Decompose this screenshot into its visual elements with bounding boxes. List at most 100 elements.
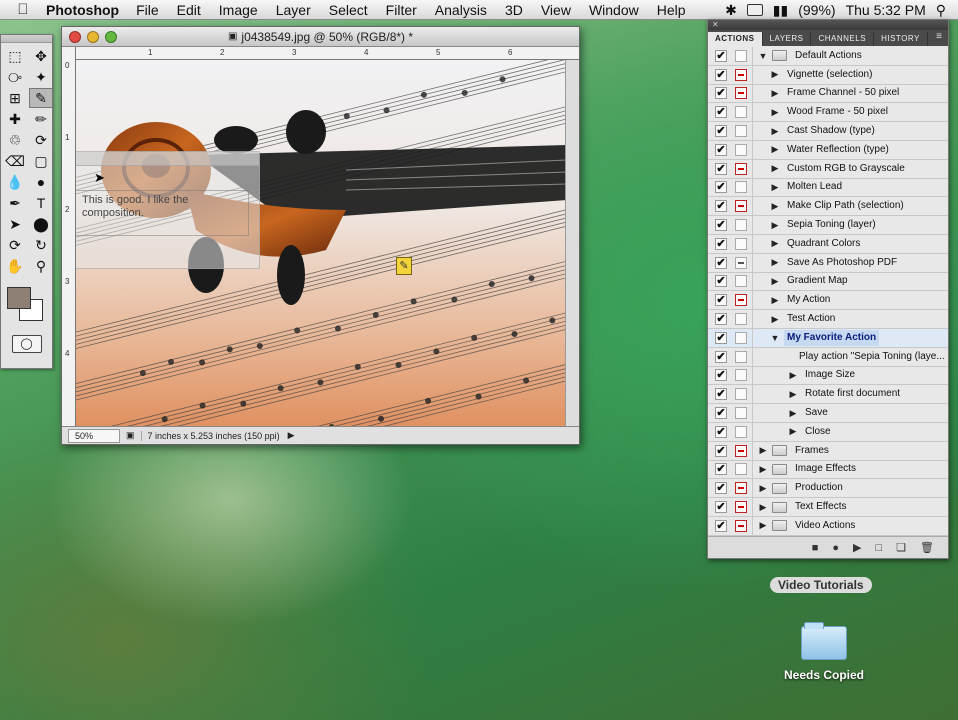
toggle-item-checkbox[interactable]: ✔ [715,143,727,156]
action-row[interactable]: ✔ ▶ Image Size [708,366,948,386]
document-titlebar[interactable]: ▣ j0438549.jpg @ 50% (RGB/8*) * [62,27,579,47]
toggle-dialog-icon[interactable] [735,275,747,288]
clone-stamp-icon[interactable]: ♲ [3,130,27,150]
menu-3d[interactable]: 3D [496,2,532,18]
path-selection-icon[interactable]: ➤ [3,214,27,234]
action-row[interactable]: ✔ ▶ Gradient Map [708,272,948,292]
action-row[interactable]: ✔ ▶ Water Reflection (type) [708,140,948,160]
toggle-item-checkbox[interactable]: ✔ [715,313,727,326]
zoom-window-button[interactable] [105,31,117,43]
document-size-info[interactable]: 7 inches x 5.253 inches (150 ppi) [140,430,280,441]
menu-edit[interactable]: Edit [168,2,210,18]
toggle-item-checkbox[interactable]: ✔ [715,162,727,175]
menu-select[interactable]: Select [320,2,377,18]
zoom-level-field[interactable]: 50% [68,428,120,443]
vertical-scrollbar[interactable] [565,60,579,428]
action-row[interactable]: ✔ ▶ My Action [708,291,948,311]
expand-triangle-icon[interactable]: ▶ [758,464,768,475]
toggle-dialog-icon[interactable] [735,49,747,62]
action-row[interactable]: ✔ ▶ Vignette (selection) [708,65,948,85]
toggle-item-checkbox[interactable]: ✔ [715,125,727,138]
action-set-row[interactable]: ✔ ▶ Frames [708,441,948,461]
toggle-dialog-icon[interactable] [735,256,747,269]
brush-tool-icon[interactable]: ✏ [29,109,53,129]
expand-triangle-icon[interactable]: ▶ [770,69,780,80]
expand-triangle-icon[interactable]: ▶ [770,276,780,287]
lasso-tool-icon[interactable]: ⧂ [3,67,27,87]
spotlight-icon[interactable]: ⚲ [936,2,946,19]
toggle-item-checkbox[interactable]: ✔ [715,519,727,532]
action-row[interactable]: ✔ ▶ Molten Lead [708,178,948,198]
flag-icon[interactable] [746,4,763,16]
toggle-dialog-icon[interactable] [735,501,747,514]
menu-window[interactable]: Window [580,2,648,18]
note-text-field[interactable]: This is good. I like the composition. [76,190,249,236]
note-header[interactable] [76,152,259,166]
action-row[interactable]: ✔ ▼ My Favorite Action [708,328,948,348]
vertical-ruler[interactable]: 0 1 2 3 4 [62,47,76,426]
expand-triangle-icon[interactable]: ▶ [770,314,780,325]
toggle-dialog-icon[interactable] [735,294,747,307]
toggle-item-checkbox[interactable]: ✔ [715,407,727,420]
toggle-item-checkbox[interactable]: ✔ [715,350,727,363]
action-row[interactable]: ✔ ▶ Cast Shadow (type) [708,122,948,141]
magic-wand-tool-icon[interactable]: ✦ [29,67,53,87]
expand-triangle-icon[interactable]: ▶ [770,88,780,99]
delete-icon[interactable]: 🗑 [920,541,934,554]
3d-orbit-icon[interactable]: ↻ [29,235,53,255]
3d-rotate-icon[interactable]: ⟳ [3,235,27,255]
toggle-dialog-icon[interactable] [735,482,747,495]
move-tool-icon[interactable]: ✥ [29,46,53,66]
toggle-dialog-icon[interactable] [735,68,747,81]
expand-triangle-icon[interactable]: ▶ [770,238,780,249]
apple-menu-icon[interactable]:  [12,1,34,18]
shape-tool-icon[interactable]: ⬤ [29,214,53,234]
action-row[interactable]: ✔ ▶ Custom RGB to Grayscale [708,159,948,179]
expand-triangle-icon[interactable]: ▶ [770,295,780,306]
toggle-dialog-icon[interactable] [735,87,747,100]
toggle-dialog-icon[interactable] [735,519,747,532]
dodge-tool-icon[interactable]: ● [29,172,53,192]
tools-panel-grip[interactable] [1,35,52,43]
zoom-tool-icon[interactable]: ⚲ [29,256,53,276]
tab-history[interactable]: HISTORY [874,32,928,46]
action-row[interactable]: ✔ Play action "Sepia Toning (laye... [708,347,948,367]
toggle-item-checkbox[interactable]: ✔ [715,501,727,514]
toggle-item-checkbox[interactable]: ✔ [715,463,727,476]
expand-triangle-icon[interactable]: ▶ [770,220,780,231]
expand-triangle-icon[interactable]: ▶ [788,408,798,419]
toggle-item-checkbox[interactable]: ✔ [715,482,727,495]
annotation-note[interactable]: This is good. I like the composition. [76,151,260,269]
toggle-dialog-icon[interactable] [735,125,747,138]
record-icon[interactable]: ● [832,542,839,554]
expand-triangle-icon[interactable]: ▶ [770,201,780,212]
toggle-dialog-icon[interactable] [735,369,747,382]
toggle-item-checkbox[interactable]: ✔ [715,331,727,344]
minimize-window-button[interactable] [87,31,99,43]
bluetooth-icon[interactable]: ✱ [725,2,737,19]
action-row[interactable]: ✔ ▶ Sepia Toning (layer) [708,216,948,235]
expand-triangle-icon[interactable]: ▶ [758,502,768,513]
expand-triangle-icon[interactable]: ▶ [788,389,798,400]
toggle-dialog-icon[interactable] [735,106,747,119]
action-row[interactable]: ✔ ▶ Quadrant Colors [708,234,948,254]
toggle-dialog-icon[interactable] [735,331,747,344]
expand-triangle-icon[interactable]: ▶ [770,257,780,268]
toggle-dialog-icon[interactable] [735,388,747,401]
toggle-dialog-icon[interactable] [735,444,747,457]
pen-tool-icon[interactable]: ✒ [3,193,27,213]
menu-filter[interactable]: Filter [377,2,426,18]
menu-layer[interactable]: Layer [267,2,320,18]
collapse-triangle-icon[interactable]: ▼ [770,333,780,343]
action-row[interactable]: ✔ ▶ Test Action [708,310,948,329]
toggle-item-checkbox[interactable]: ✔ [715,181,727,194]
app-menu[interactable]: Photoshop [46,2,119,18]
toggle-dialog-icon[interactable] [735,463,747,476]
toggle-item-checkbox[interactable]: ✔ [715,87,727,100]
toggle-item-checkbox[interactable]: ✔ [715,200,727,213]
healing-brush-icon[interactable]: ✚ [3,109,27,129]
toggle-item-checkbox[interactable]: ✔ [715,219,727,232]
new-action-icon[interactable]: ❏ [896,541,906,554]
tab-layers[interactable]: LAYERS [763,32,812,46]
menu-view[interactable]: View [532,2,580,18]
